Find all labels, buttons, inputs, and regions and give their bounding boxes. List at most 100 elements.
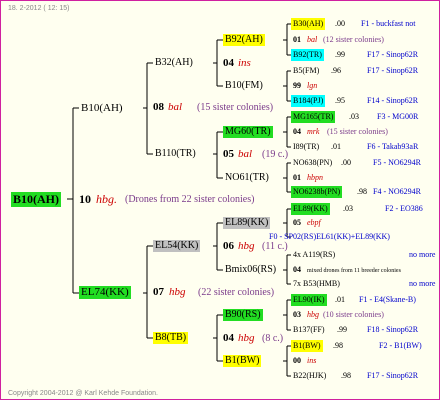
leaf-mark: lgn	[307, 81, 318, 90]
leaf-source: F1 - buckfast not	[361, 19, 416, 28]
leaf-source: F1 - E4(Skane-B)	[359, 295, 416, 304]
leaf-node[interactable]: B22(HJK)	[291, 370, 328, 382]
leaf-mark: mrk	[307, 127, 320, 136]
gen6-note-2: (19 c.)	[262, 149, 289, 160]
gen5-node-4[interactable]: NO61(TR)	[223, 172, 271, 184]
dam-note: (22 sister colonies)	[198, 287, 275, 298]
root-mark: hbg.	[96, 192, 117, 206]
gen5-node-7[interactable]: B90(RS)	[223, 309, 263, 321]
timestamp-header: 18. 2-2012 ( 12: 15)	[8, 5, 70, 12]
gen7-node-1[interactable]: B32(AH)	[153, 57, 195, 69]
leaf-source: F14 - Sinop62R	[367, 96, 419, 105]
gen5-node-2[interactable]: B10(FM)	[223, 80, 265, 92]
leaf-generation: 04	[293, 265, 301, 274]
leaf-note: mixed drones from 11 breeder colonies	[307, 268, 401, 274]
sire-mark: bal	[168, 101, 183, 113]
gen6-mark-1: ins	[238, 57, 251, 69]
dam-generation: 07	[153, 286, 164, 298]
gen7-node-4[interactable]: B8(TB)	[153, 332, 189, 344]
leaf-node[interactable]: B92(TR)	[291, 49, 324, 61]
leaf-value: .98	[333, 341, 343, 350]
leaf-source: F18 - Sinop62R	[367, 325, 419, 334]
leaf-mark: hbpn	[307, 173, 323, 182]
gen5-node-5[interactable]: EL89(KK)	[223, 217, 271, 229]
leaf-node[interactable]: NO638(PN)	[291, 157, 334, 169]
leaf-node[interactable]: EL89(KK)	[291, 203, 330, 215]
leaf-note: (15 sister colonies)	[327, 127, 388, 136]
leaf-node[interactable]: B1(BW)	[291, 340, 323, 352]
leaf-generation: 00	[293, 356, 301, 365]
copyright-footer: Copyright 2004-2012 @ Karl Kehde Foundat…	[8, 390, 158, 397]
gen7-node-3[interactable]: EL54(KK)	[153, 240, 201, 252]
leaf-source: F3 - MG00R	[377, 112, 419, 121]
leaf-value: .01	[335, 295, 345, 304]
root-node[interactable]: B10(AH)	[11, 192, 61, 207]
leaf-source: F2 - B1(BW)	[379, 341, 422, 350]
leaf-mark: bal	[307, 35, 318, 44]
leaf-node[interactable]: B5(FM)	[291, 65, 321, 77]
leaf-source: F0 - SP02(RS)EL61(KK)+EL89(KK)	[269, 232, 390, 241]
root-generation: 10	[79, 192, 91, 206]
leaf-source: F2 - EO386	[385, 204, 423, 213]
leaf-mark: hbg	[307, 310, 319, 319]
leaf-value: .95	[335, 96, 345, 105]
root-note: (Drones from 22 sister colonies)	[125, 194, 255, 205]
leaf-value: .99	[337, 325, 347, 334]
leaf-node[interactable]: B30(AH)	[291, 18, 326, 30]
leaf-node[interactable]: MG165(TR)	[291, 111, 336, 123]
leaf-value: .03	[343, 204, 353, 213]
leaf-node[interactable]: B184(PJ)	[291, 95, 326, 107]
gen5-node-3[interactable]: MG60(TR)	[223, 126, 273, 138]
leaf-mark: ins	[307, 356, 317, 365]
sire-note: (15 sister colonies)	[197, 102, 274, 113]
leaf-value: .01	[331, 142, 341, 151]
pedigree-frame: 18. 2-2012 ( 12: 15) B10(AH) 10 hbg. (Dr…	[0, 0, 440, 400]
dam-node[interactable]: EL74(KK)	[79, 286, 131, 299]
leaf-source: F4 - NO6294R	[373, 187, 422, 196]
gen5-node-6[interactable]: Bmix06(RS)	[223, 264, 278, 276]
gen6-label-3: 06	[223, 240, 234, 252]
leaf-note: (12 sister colonies)	[323, 35, 384, 44]
leaf-generation: 05	[293, 218, 301, 227]
gen6-label-1: 04	[223, 57, 234, 69]
leaf-source: F17 - Sinop62R	[367, 66, 419, 75]
leaf-node[interactable]: B137(FF)	[291, 324, 327, 336]
leaf-value: .96	[331, 66, 341, 75]
leaf-value: .98	[341, 371, 351, 380]
leaf-value: .00	[341, 158, 351, 167]
leaf-generation: 01	[293, 35, 301, 44]
leaf-generation: 04	[293, 127, 301, 136]
sire-node[interactable]: B10(AH)	[79, 102, 125, 115]
leaf-node[interactable]: 7x B53(HMB)	[291, 278, 342, 290]
gen6-mark-2: bal	[238, 148, 253, 160]
leaf-mark: ebpf	[307, 218, 321, 227]
leaf-value: .99	[335, 50, 345, 59]
leaf-node[interactable]: EL90(IK)	[291, 294, 327, 306]
sire-generation: 08	[153, 101, 164, 113]
dam-mark: hbg	[169, 286, 186, 298]
leaf-source: F5 - NO6294R	[373, 158, 422, 167]
leaf-generation: 99	[293, 81, 301, 90]
leaf-value: .98	[357, 187, 367, 196]
gen6-label-4: 04	[223, 332, 234, 344]
leaf-value: .00	[335, 19, 345, 28]
gen7-node-2[interactable]: B110(TR)	[153, 148, 198, 160]
gen6-label-2: 05	[223, 148, 234, 160]
leaf-node[interactable]: 4x A119(RS)	[291, 249, 337, 261]
gen5-node-8[interactable]: B1(BW)	[223, 355, 262, 367]
leaf-generation: 03	[293, 310, 301, 319]
gen6-mark-3: hbg	[238, 240, 255, 252]
gen5-node-1[interactable]: B92(AH)	[223, 34, 265, 46]
leaf-node[interactable]: NO6238b(PN)	[291, 186, 343, 198]
gen6-note-4: (8 c.)	[262, 333, 284, 344]
leaf-source: F6 - Takab93aR	[367, 142, 419, 151]
leaf-node[interactable]: I89(TR)	[291, 141, 321, 153]
leaf-generation: 01	[293, 173, 301, 182]
leaf-source: F17 - Sinop62R	[367, 50, 419, 59]
leaf-source: no more	[409, 279, 436, 288]
leaf-value: .03	[349, 112, 359, 121]
leaf-source: no more	[409, 250, 436, 259]
gen6-mark-4: hbg	[238, 332, 255, 344]
leaf-note: (10 sister colonies)	[323, 310, 384, 319]
leaf-source: F17 - Sinop62R	[367, 371, 419, 380]
